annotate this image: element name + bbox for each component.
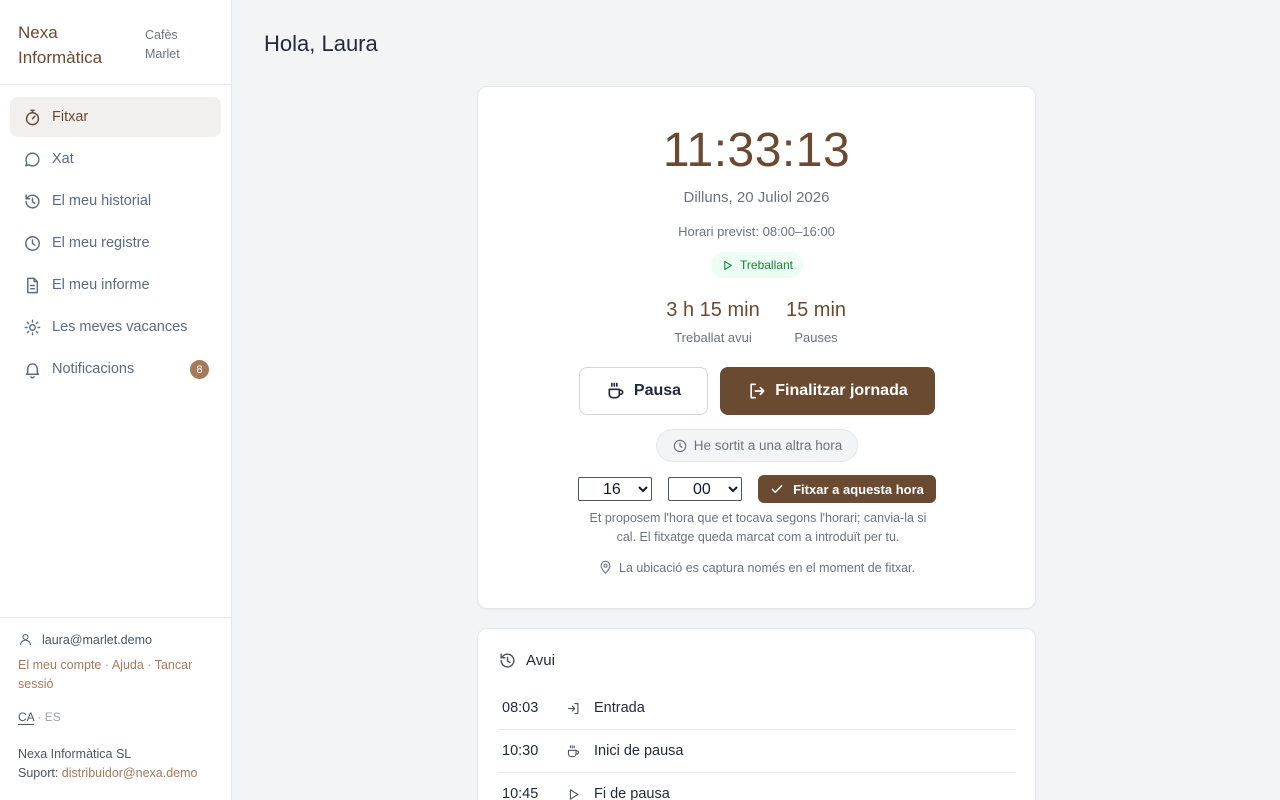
notification-count-badge: 8	[190, 360, 209, 379]
event-time: 08:03	[502, 700, 539, 716]
login-icon	[566, 701, 594, 716]
event-label: Entrada	[594, 700, 645, 716]
sidebar-item-historial[interactable]: El meu historial	[10, 181, 221, 221]
play-icon	[724, 260, 732, 270]
today-card: Avui 08:03 Entrada 10:30 Inici de pausa …	[477, 628, 1036, 800]
event-label: Inici de pausa	[594, 743, 684, 759]
link-separator: ·	[147, 658, 152, 672]
page-title: Hola, Laura	[264, 31, 378, 56]
account-link[interactable]: El meu compte	[18, 658, 101, 672]
clock-card: 11:33:13 Dilluns, 20 Juliol 2026 Horari …	[477, 86, 1036, 609]
sidebar-nav: Fitxar Xat El meu historial El meu regis…	[0, 85, 231, 389]
event-label: Fi de pausa	[594, 786, 670, 800]
current-time: 11:33:13	[662, 124, 851, 177]
company-info: Nexa Informàtica SL Suport: distribuidor…	[18, 745, 213, 783]
scheduled-hours: Horari previst: 08:00–16:00	[678, 224, 835, 239]
sidebar-item-registre[interactable]: El meu registre	[10, 223, 221, 263]
location-note: La ubicació es captura només en el momen…	[478, 560, 1035, 575]
event-time: 10:45	[502, 786, 539, 800]
sidebar-item-vacances[interactable]: Les meves vacances	[10, 307, 221, 347]
check-icon	[771, 485, 783, 493]
left-at-other-time-button[interactable]: He sortit a una altra hora	[656, 429, 858, 462]
hour-select[interactable]: 16	[578, 477, 652, 501]
map-pin-icon	[600, 560, 611, 574]
pauses-stat: 15 min Pauses	[776, 299, 856, 345]
sidebar-item-xat[interactable]: Xat	[10, 139, 221, 179]
coffee-icon	[608, 382, 624, 399]
status-badge: Treballant	[711, 252, 803, 278]
logout-icon	[750, 383, 765, 399]
list-item: 10:45 Fi de pausa	[498, 773, 1016, 800]
sidebar-item-label: El meu historial	[52, 193, 152, 209]
event-time: 10:30	[502, 743, 539, 759]
sidebar-item-label: El meu registre	[52, 235, 150, 251]
sidebar-footer: laura@marlet.demo El meu compte · Ajuda …	[0, 617, 231, 800]
clock-icon	[22, 233, 42, 253]
end-workday-label: Finalitzar jornada	[775, 382, 908, 399]
brand-name: Nexa Informàtica	[18, 23, 103, 67]
document-icon	[22, 275, 42, 295]
sun-icon	[22, 317, 42, 337]
current-date: Dilluns, 20 Juliol 2026	[683, 189, 830, 206]
sidebar-item-label: Notificacions	[52, 361, 135, 377]
left-at-other-time-label: He sortit a una altra hora	[693, 438, 843, 453]
link-separator: ·	[104, 658, 110, 672]
lang-ca[interactable]: CA	[18, 710, 34, 724]
company-name: Nexa Informàtica SL	[18, 747, 132, 761]
stopwatch-icon	[22, 107, 42, 127]
support-row: Suport: distribuidor@nexa.demo	[18, 764, 213, 783]
pause-button[interactable]: Pausa	[579, 367, 708, 415]
history-icon	[22, 191, 42, 211]
end-workday-button[interactable]: Finalitzar jornada	[720, 367, 935, 415]
support-label: Suport:	[18, 766, 59, 780]
brand-header: Nexa Informàtica Cafès Marlet	[0, 0, 231, 85]
support-email-link[interactable]: distribuidor@nexa.demo	[62, 766, 198, 780]
sidebar-item-fitxar[interactable]: Fitxar	[10, 97, 221, 137]
today-header: Avui	[498, 651, 555, 670]
worked-today-value: 3 h 15 min	[666, 299, 760, 321]
manual-entry-hint: Et proposem l'hora que et tocava segons …	[589, 511, 927, 544]
sidebar-item-notificacions[interactable]: Notificacions 8	[10, 349, 221, 389]
lang-es[interactable]: ES	[45, 710, 61, 724]
minute-select[interactable]: 00	[668, 477, 742, 501]
user-icon	[19, 633, 32, 646]
user-email: laura@marlet.demo	[42, 632, 152, 647]
sidebar-item-label: Fitxar	[52, 109, 89, 125]
location-note-text: La ubicació es captura només en el momen…	[619, 560, 915, 575]
help-link[interactable]: Ajuda	[112, 658, 144, 672]
clock-in-at-time-button[interactable]: Fitxar a aquesta hora	[758, 475, 936, 503]
bell-icon	[22, 359, 42, 379]
language-switcher: CA · ES	[18, 710, 213, 724]
chat-bubble-icon	[22, 149, 42, 169]
today-title: Avui	[526, 652, 555, 669]
history-icon	[500, 653, 515, 668]
pauses-label: Pauses	[794, 330, 838, 345]
worked-today-label: Treballat avui	[674, 330, 752, 345]
list-item: 10:30 Inici de pausa	[498, 730, 1016, 773]
client-name: Cafès Marlet	[145, 28, 180, 61]
status-label: Treballant	[740, 258, 793, 272]
sidebar-item-label: El meu informe	[52, 277, 150, 293]
pauses-value: 15 min	[785, 299, 847, 321]
sidebar-item-informe[interactable]: El meu informe	[10, 265, 221, 305]
sidebar-item-label: Xat	[52, 151, 74, 167]
coffee-icon	[566, 744, 594, 759]
play-icon	[566, 787, 594, 800]
user-email-row: laura@marlet.demo	[18, 632, 213, 647]
pause-button-label: Pausa	[633, 382, 682, 399]
lang-separator: ·	[37, 710, 42, 724]
sidebar-item-label: Les meves vacances	[52, 319, 188, 335]
clock-icon	[673, 439, 686, 452]
worked-today-stat: 3 h 15 min Treballat avui	[658, 299, 768, 345]
clock-in-at-time-label: Fitxar a aquesta hora	[793, 481, 924, 497]
today-events-list: 08:03 Entrada 10:30 Inici de pausa 10:45…	[498, 687, 1016, 800]
account-links: El meu compte · Ajuda · Tancar sessió	[18, 656, 213, 694]
list-item: 08:03 Entrada	[498, 687, 1016, 730]
sidebar: Nexa Informàtica Cafès Marlet Fitxar Xat…	[0, 0, 232, 800]
